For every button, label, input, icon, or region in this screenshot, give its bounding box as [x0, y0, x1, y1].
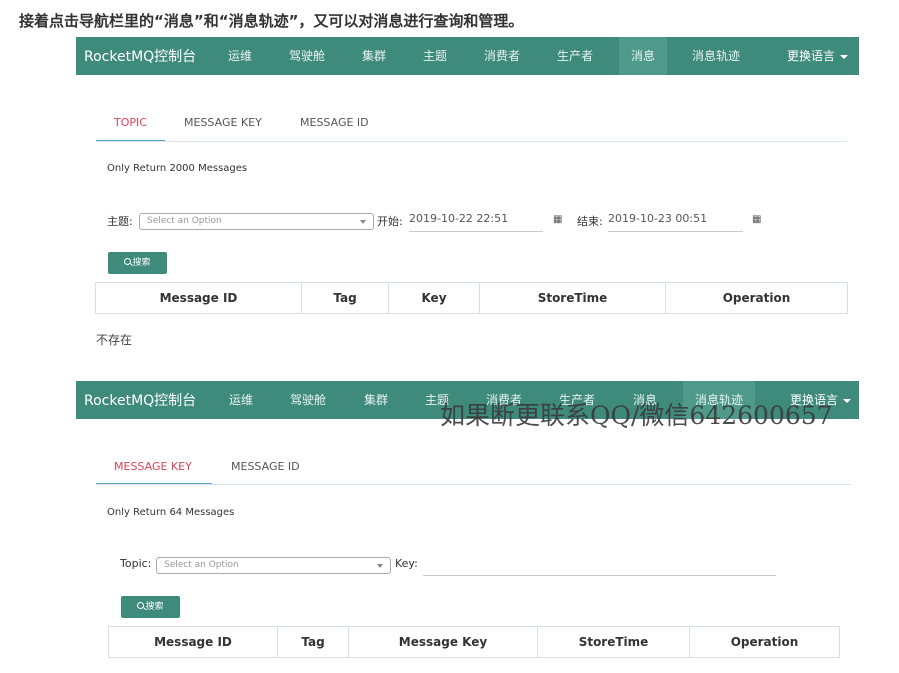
tab-topic[interactable]: TOPIC [114, 116, 147, 129]
result-limit-note: Only Return 2000 Messages [107, 163, 248, 174]
select-arrow-icon [377, 564, 383, 568]
nav-item-topic[interactable]: 主题 [423, 37, 447, 75]
start-time-label: 开始: [377, 215, 403, 228]
search-button[interactable]: 搜索 [108, 252, 167, 274]
end-time-label: 结束: [577, 215, 603, 228]
nav-item-dashboard[interactable]: 驾驶舱 [290, 381, 326, 419]
tab-message-key[interactable]: MESSAGE KEY [184, 116, 262, 129]
topic-label: Topic: [120, 557, 152, 570]
start-time-field[interactable]: 2019-10-22 22:51 [409, 212, 543, 232]
column-header: Tag [301, 282, 389, 314]
message-table: Message ID Tag Message Key StoreTime Ope… [108, 626, 840, 658]
table-header-row: Message ID Tag Key StoreTime Operation [95, 282, 848, 314]
nav-item-ops[interactable]: 运维 [229, 381, 253, 419]
navbar-brand[interactable]: RocketMQ控制台 [84, 390, 196, 410]
nav-item-producer[interactable]: 生产者 [557, 37, 593, 75]
column-header: StoreTime [537, 626, 690, 658]
language-label: 更换语言 [787, 49, 836, 63]
tab-message-key[interactable]: MESSAGE KEY [114, 460, 192, 473]
search-button[interactable]: 搜索 [121, 596, 180, 618]
navbar-brand[interactable]: RocketMQ控制台 [84, 46, 196, 66]
nav-item-cluster[interactable]: 集群 [362, 37, 386, 75]
search-icon [137, 602, 145, 609]
column-header: Key [388, 282, 480, 314]
nav-item-dashboard[interactable]: 驾驶舱 [289, 37, 325, 75]
article-caption: 接着点击导航栏里的“消息”和“消息轨迹”，又可以对消息进行查询和管理。 [19, 12, 524, 30]
tab-message-id[interactable]: MESSAGE ID [231, 460, 300, 473]
column-header: Operation [665, 282, 848, 314]
search-icon [124, 258, 132, 265]
column-header: Message ID [108, 626, 278, 658]
topic-select[interactable]: Select an Option [139, 213, 374, 230]
nav-item-message-trace[interactable]: 消息轨迹 [692, 37, 740, 75]
column-header: Message Key [348, 626, 538, 658]
watermark-text: 如果断更联系QQ/微信642600657 [440, 401, 833, 430]
search-button-label: 搜索 [145, 602, 164, 612]
calendar-icon[interactable]: ▦ [752, 214, 761, 225]
topic-select-placeholder: Select an Option [147, 216, 222, 226]
topic-select[interactable]: Select an Option [156, 557, 391, 574]
topic-select-placeholder: Select an Option [164, 560, 239, 570]
calendar-icon[interactable]: ▦ [553, 214, 562, 225]
column-header: Tag [277, 626, 349, 658]
caret-down-icon [840, 54, 849, 59]
nav-item-ops[interactable]: 运维 [228, 37, 252, 75]
table-header-row: Message ID Tag Message Key StoreTime Ope… [108, 626, 840, 658]
language-dropdown[interactable]: 更换语言 [787, 37, 849, 75]
end-time-field[interactable]: 2019-10-23 00:51 [608, 212, 743, 232]
empty-result-text: 不存在 [96, 333, 133, 347]
tab-message-id[interactable]: MESSAGE ID [300, 116, 369, 129]
navbar: RocketMQ控制台 运维 驾驶舱 集群 主题 消费者 生产者 消息 消息轨迹… [76, 37, 859, 75]
column-header: Operation [689, 626, 840, 658]
nav-item-cluster[interactable]: 集群 [364, 381, 388, 419]
nav-item-message[interactable]: 消息 [619, 37, 668, 75]
topic-label: 主题: [107, 215, 133, 228]
nav-item-consumer[interactable]: 消费者 [484, 37, 520, 75]
search-button-label: 搜索 [132, 258, 151, 268]
message-table: Message ID Tag Key StoreTime Operation [95, 282, 848, 314]
key-label: Key: [395, 557, 418, 570]
tab-divider [96, 484, 851, 485]
select-arrow-icon [360, 220, 366, 224]
result-limit-note: Only Return 64 Messages [107, 507, 235, 518]
column-header: Message ID [95, 282, 302, 314]
tab-divider [96, 141, 847, 142]
key-input[interactable] [423, 556, 776, 576]
column-header: StoreTime [479, 282, 666, 314]
caret-down-icon [843, 398, 852, 403]
